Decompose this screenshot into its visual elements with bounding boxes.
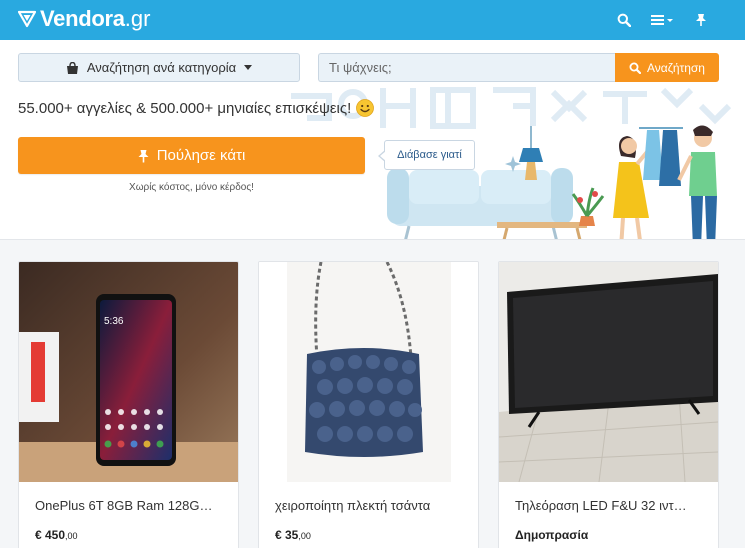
auction-badge: Δημοπρασία — [515, 528, 589, 542]
shopping-bag-icon — [66, 61, 78, 74]
chevron-down-icon — [244, 65, 253, 70]
read-why-button[interactable]: Διάβασε γιατί — [378, 140, 475, 170]
search-icon — [629, 62, 642, 74]
listing-image[interactable] — [499, 262, 718, 482]
price-main: € 35 — [275, 528, 299, 542]
sell-button-label: Πούλησε κάτι — [156, 147, 246, 164]
listing-title[interactable]: OnePlus 6T 8GB Ram 128G… — [35, 498, 225, 513]
pin-icon[interactable] — [690, 9, 712, 31]
pin-icon — [138, 149, 149, 162]
price-main: € 450 — [35, 528, 66, 542]
search-button-label: Αναζήτηση — [647, 60, 705, 75]
listing-card[interactable]: 5:36 OnePlus 6T 8GB Ram 128G… € 450,00 — [18, 261, 239, 548]
listing-price: € 35,00 — [275, 528, 311, 542]
menu-icon[interactable] — [650, 9, 678, 31]
listing-title[interactable]: Τηλεόραση LED F&U 32 ιντ… — [515, 498, 705, 513]
price-cents: ,00 — [298, 531, 311, 541]
logo-tld: .gr — [124, 6, 151, 31]
search-input[interactable] — [318, 53, 616, 82]
listing-card[interactable]: χειροποίητη πλεκτή τσάντα € 35,00 — [258, 261, 479, 548]
logo-name: Vendora — [40, 6, 125, 31]
price-cents: ,00 — [65, 531, 78, 541]
listing-card[interactable]: Τηλεόραση LED F&U 32 ιντ… Δημοπρασία — [498, 261, 719, 548]
sell-button[interactable]: Πούλησε κάτι — [18, 137, 365, 174]
hero-section: Αναζήτηση ανά κατηγορία Αναζήτηση 55.000… — [0, 40, 745, 240]
tagline: 55.000+ αγγελίες & 500.000+ μηνιαίες επι… — [18, 99, 375, 117]
listing-image[interactable]: 5:36 — [19, 262, 238, 482]
logo-icon — [18, 10, 36, 28]
tagline-text: 55.000+ αγγελίες & 500.000+ μηνιαίες επι… — [18, 99, 352, 117]
category-dropdown[interactable]: Αναζήτηση ανά κατηγορία — [18, 53, 300, 82]
svg-text:5:36: 5:36 — [104, 316, 124, 327]
top-navbar: Vendora .gr — [0, 0, 745, 40]
sell-subtext: Χωρίς κόστος, μόνο κέρδος! — [129, 182, 254, 193]
listing-title[interactable]: χειροποίητη πλεκτή τσάντα — [275, 498, 465, 513]
smiley-icon — [356, 99, 375, 117]
site-logo[interactable]: Vendora .gr — [18, 6, 150, 32]
search-icon[interactable] — [613, 9, 635, 31]
search-button[interactable]: Αναζήτηση — [615, 53, 719, 82]
listing-price: € 450,00 — [35, 528, 78, 542]
listing-image[interactable] — [259, 262, 478, 482]
category-dropdown-label: Αναζήτηση ανά κατηγορία — [86, 60, 237, 75]
